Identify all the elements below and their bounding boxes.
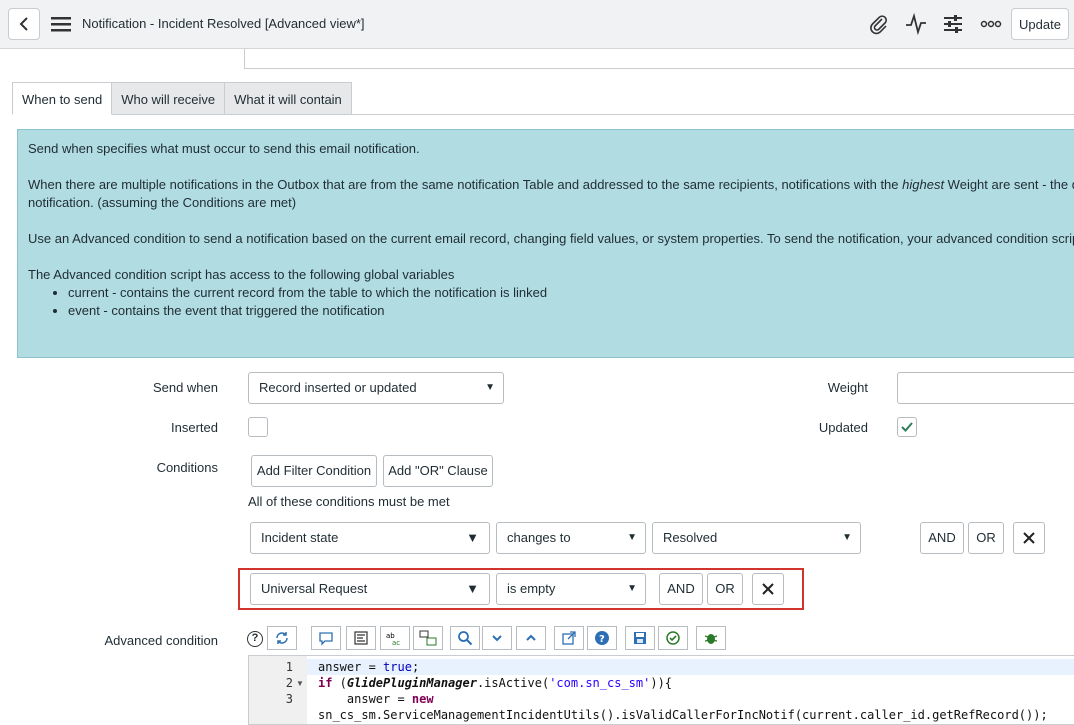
sliders-icon[interactable] <box>941 12 965 36</box>
previous-field-edge <box>244 49 1074 69</box>
all-conditions-text: All of these conditions must be met <box>248 494 450 509</box>
chevron-down-icon: ▼ <box>627 583 637 594</box>
info-paragraph: The Advanced condition script has access… <box>28 267 455 282</box>
check-syntax-icon <box>666 631 680 645</box>
question-circle-icon: ? <box>595 631 609 645</box>
line-number: 2 <box>285 676 293 690</box>
help-icon[interactable]: ? <box>247 631 263 647</box>
updated-label: Updated <box>818 420 868 435</box>
weight-label: Weight <box>827 380 868 395</box>
update-button[interactable]: Update <box>1011 8 1069 40</box>
dropdown-triangle-icon: ▼ <box>466 530 479 545</box>
toggle-syntax-button[interactable] <box>267 626 297 650</box>
comment-button[interactable] <box>311 626 341 650</box>
info-paragraph: Send when specifies what must occur to s… <box>28 141 420 156</box>
send-when-select[interactable]: Record inserted or updated ▼ <box>248 372 504 404</box>
chevron-down-icon <box>492 635 502 642</box>
search-icon <box>458 631 473 646</box>
replace-all-button[interactable] <box>413 626 443 650</box>
chevron-up-icon <box>526 634 536 641</box>
fold-arrow-icon[interactable]: ▼ <box>296 679 304 688</box>
replace-all-icon <box>419 630 437 646</box>
code-editor[interactable]: 1 2 ▼ 3 answer = true; if (GlidePluginMa… <box>248 655 1074 725</box>
advanced-condition-label: Advanced condition <box>104 633 218 648</box>
back-button[interactable] <box>8 8 40 40</box>
close-icon <box>762 583 774 595</box>
replace-icon: abac <box>386 632 400 646</box>
activity-pulse-icon[interactable] <box>904 12 928 36</box>
replace-button[interactable]: ab ac <box>380 626 410 650</box>
refresh-icon <box>276 632 288 644</box>
go-to-line-button[interactable] <box>554 626 584 650</box>
line-number: 1 <box>285 660 293 674</box>
or-button[interactable]: OR <box>968 522 1004 554</box>
chevron-down-icon: ▼ <box>485 382 495 393</box>
info-paragraph: Use an Advanced condition to send a noti… <box>28 231 1074 246</box>
code-line: if (GlidePluginManager.isActive('com.sn_… <box>318 676 673 690</box>
send-when-label: Send when <box>152 380 218 395</box>
find-previous-button[interactable] <box>516 626 546 650</box>
info-paragraph: notification. (assuming the Conditions a… <box>28 195 297 210</box>
dropdown-triangle-icon: ▼ <box>466 581 479 596</box>
save-icon <box>634 632 646 644</box>
syntax-check-button[interactable] <box>658 626 688 650</box>
condition-field-select[interactable]: Incident state ▼ <box>250 522 490 554</box>
list-item: current - contains the current record fr… <box>68 284 547 302</box>
hamburger-menu-icon[interactable] <box>50 14 72 34</box>
format-code-button[interactable] <box>346 626 376 650</box>
save-script-button[interactable] <box>625 626 655 650</box>
condition-operator-select[interactable]: changes to ▼ <box>496 522 646 554</box>
tab-when-to-send[interactable]: When to send <box>12 82 113 115</box>
conditions-label: Conditions <box>156 460 218 475</box>
external-link-icon <box>562 631 576 645</box>
info-message-box: Send when specifies what must occur to s… <box>17 129 1074 358</box>
or-button[interactable]: OR <box>707 573 743 605</box>
add-filter-condition-button[interactable]: Add Filter Condition <box>251 455 377 487</box>
form-header: Notification - Incident Resolved [Advanc… <box>0 0 1074 49</box>
page-title: Notification - Incident Resolved [Advanc… <box>82 16 365 31</box>
condition-value-select[interactable]: Resolved ▼ <box>652 522 861 554</box>
format-icon <box>354 631 368 645</box>
updated-checkbox[interactable] <box>897 417 917 437</box>
form-tabs: When to send Who will receive What it wi… <box>12 82 352 115</box>
more-dots-icon[interactable] <box>979 12 1003 36</box>
svg-text:ac: ac <box>392 639 400 646</box>
comment-icon <box>319 632 333 646</box>
inserted-label: Inserted <box>171 420 218 435</box>
remove-condition-button[interactable] <box>1013 522 1045 554</box>
script-help-button[interactable]: ? <box>587 626 617 650</box>
and-button[interactable]: AND <box>659 573 703 605</box>
chevron-down-icon: ▼ <box>627 532 637 543</box>
inserted-checkbox[interactable] <box>248 417 268 437</box>
info-paragraph: When there are multiple notifications in… <box>28 177 1074 192</box>
debug-script-button[interactable] <box>696 626 726 650</box>
search-button[interactable] <box>450 626 480 650</box>
close-icon <box>1023 532 1035 544</box>
condition-field-select[interactable]: Universal Request ▼ <box>250 573 490 605</box>
code-line: answer = true; <box>318 660 420 674</box>
find-next-button[interactable] <box>482 626 512 650</box>
code-line: answer = new <box>318 692 434 706</box>
and-button[interactable]: AND <box>920 522 964 554</box>
active-line-highlight <box>307 659 1074 675</box>
remove-condition-button[interactable] <box>752 573 784 605</box>
chevron-left-icon <box>19 17 28 31</box>
add-or-clause-button[interactable]: Add "OR" Clause <box>383 455 493 487</box>
paperclip-icon[interactable] <box>867 12 891 36</box>
tab-who-will-receive[interactable]: Who will receive <box>111 82 226 115</box>
list-item: event - contains the event that triggere… <box>68 302 547 320</box>
condition-operator-select[interactable]: is empty ▼ <box>496 573 646 605</box>
code-line: sn_cs_sm.ServiceManagementIncidentUtils(… <box>318 708 1048 722</box>
global-variables-list: current - contains the current record fr… <box>68 284 547 320</box>
svg-text:?: ? <box>599 634 605 645</box>
tab-what-it-will-contain[interactable]: What it will contain <box>224 82 352 115</box>
line-number: 3 <box>285 692 293 706</box>
chevron-down-icon: ▼ <box>842 532 852 543</box>
weight-input[interactable] <box>897 372 1074 404</box>
checkmark-icon <box>901 422 913 432</box>
bug-icon <box>704 634 718 644</box>
